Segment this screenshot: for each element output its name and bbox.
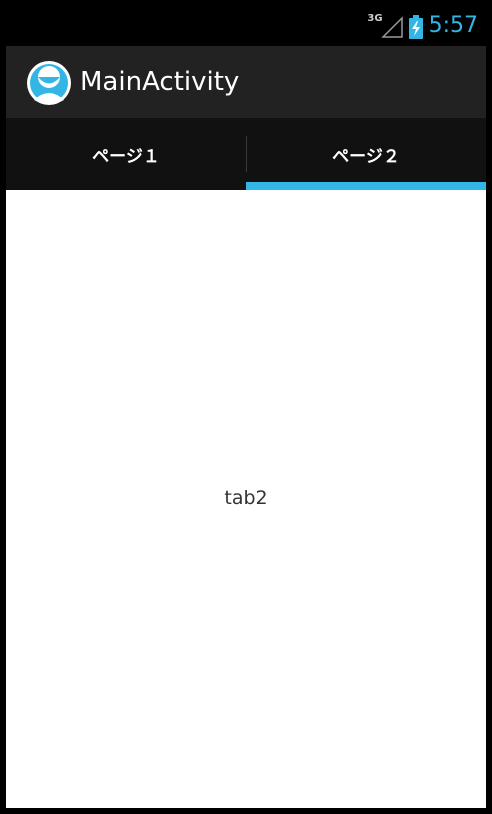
tab-label: ページ２ [332, 146, 400, 167]
status-icons: 3G 5:57 [367, 6, 478, 46]
tab-bar: ページ１ ページ２ [6, 118, 486, 190]
android-face-icon[interactable] [26, 60, 72, 106]
battery-charging-icon [408, 15, 423, 39]
status-bar: 3G 5:57 [6, 6, 486, 46]
tab-label: ページ１ [92, 146, 160, 167]
clock: 5:57 [428, 13, 478, 38]
signal-icon [380, 16, 403, 38]
network-type-label: 3G [367, 12, 383, 24]
tab-content: tab2 [6, 190, 486, 808]
content-text: tab2 [224, 487, 268, 509]
tab-page-1[interactable]: ページ１ [6, 118, 246, 190]
tab-divider [246, 136, 247, 172]
selected-tab-indicator [246, 182, 486, 190]
screen: 3G 5:57 MainActivity ページ１ ページ２ tab2 [6, 6, 486, 808]
device-frame: 3G 5:57 MainActivity ページ１ ページ２ tab2 [0, 0, 492, 814]
app-title: MainActivity [80, 67, 240, 97]
action-bar: MainActivity [6, 46, 486, 119]
tab-page-2[interactable]: ページ２ [246, 118, 486, 190]
